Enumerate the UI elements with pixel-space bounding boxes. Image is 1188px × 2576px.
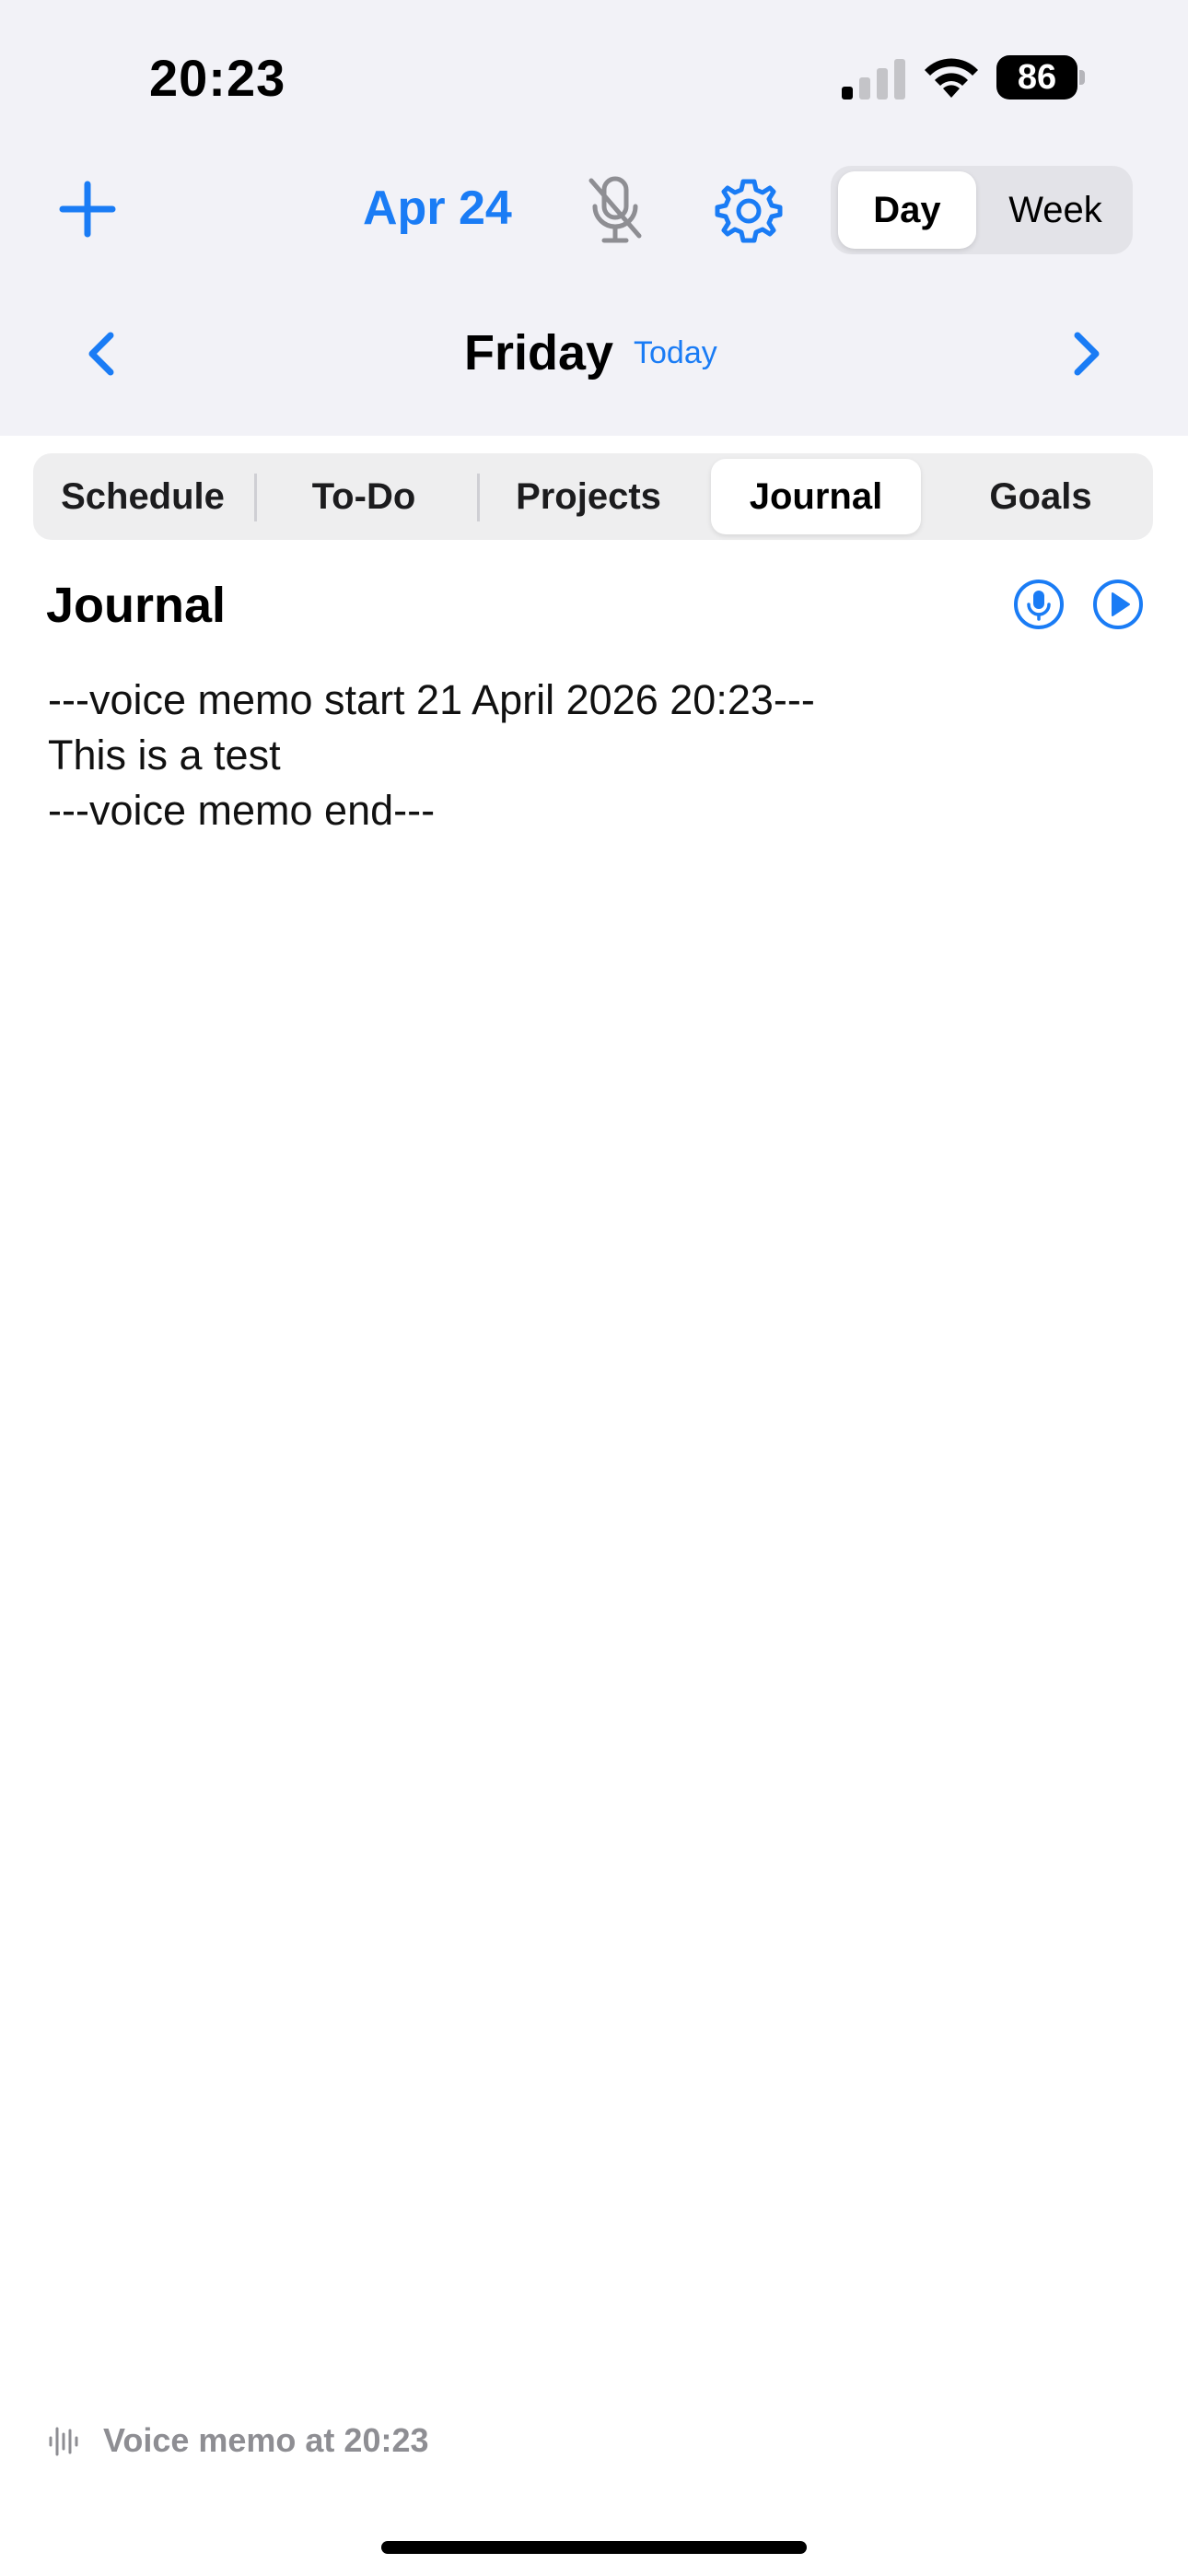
section-tabs: Schedule To-Do Projects Journal Goals: [33, 453, 1153, 540]
record-microphone-icon[interactable]: [1013, 579, 1065, 630]
tab-divider: [254, 474, 257, 521]
tab-goals[interactable]: Goals: [934, 459, 1147, 534]
day-view-option[interactable]: Day: [838, 171, 976, 249]
tab-todo[interactable]: To-Do: [258, 459, 470, 534]
journal-title: Journal: [46, 578, 227, 633]
tab-schedule[interactable]: Schedule: [37, 459, 249, 534]
status-time: 20:23: [149, 49, 286, 107]
voice-memo-label[interactable]: Voice memo at 20:23: [103, 2421, 429, 2460]
week-view-option[interactable]: Week: [985, 171, 1125, 249]
journal-line: This is a test: [48, 732, 281, 779]
journal-line: ---voice memo end---: [48, 787, 436, 834]
waveform-icon: [49, 2427, 78, 2456]
wifi-icon: [925, 58, 978, 98]
day-name: Friday: [464, 325, 614, 381]
tab-divider: [477, 474, 480, 521]
microphone-off-icon[interactable]: [584, 175, 646, 245]
app-screen: 20:23 86 Apr 24 Day Week Friday Today Sc…: [0, 0, 1188, 2576]
battery-icon: 86: [996, 55, 1085, 100]
play-icon[interactable]: [1092, 579, 1144, 630]
tab-journal[interactable]: Journal: [711, 459, 921, 534]
next-day-chevron-icon[interactable]: [1068, 330, 1105, 378]
date-button[interactable]: Apr 24: [363, 181, 512, 236]
today-button[interactable]: Today: [634, 335, 717, 371]
previous-day-chevron-icon[interactable]: [83, 330, 120, 378]
tab-projects[interactable]: Projects: [483, 459, 694, 534]
add-icon[interactable]: [59, 181, 116, 238]
home-indicator[interactable]: [381, 2541, 807, 2554]
settings-gear-icon[interactable]: [715, 177, 783, 245]
cellular-signal-icon: [842, 59, 905, 100]
battery-percentage: 86: [1017, 58, 1057, 97]
journal-line: ---voice memo start 21 April 2026 20:23-…: [48, 676, 815, 723]
journal-text-area[interactable]: ---voice memo start 21 April 2026 20:23-…: [48, 673, 1135, 838]
day-week-toggle: Day Week: [831, 166, 1133, 254]
